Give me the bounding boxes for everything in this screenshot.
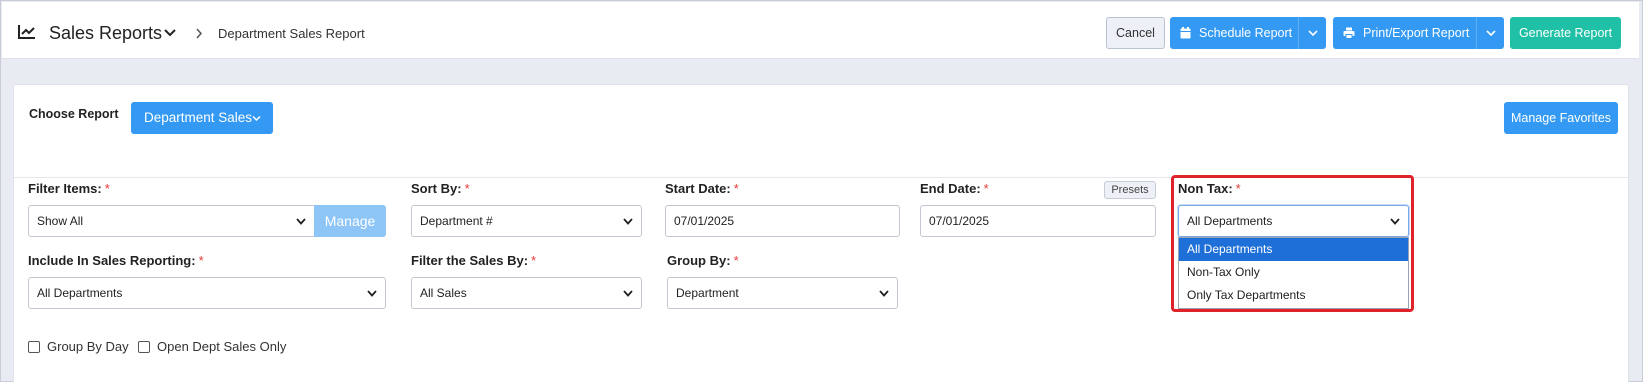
manage-favorites-button[interactable]: Manage Favorites <box>1504 102 1618 134</box>
chevron-down-icon[interactable] <box>164 28 176 37</box>
schedule-report-button[interactable]: Schedule Report <box>1170 17 1298 49</box>
filter-sales-by-value: All Sales <box>420 286 467 300</box>
manage-button[interactable]: Manage <box>314 205 386 237</box>
group-by-label-text: Group By: <box>667 253 731 268</box>
highlight-box <box>1171 175 1414 312</box>
chevron-down-icon <box>623 218 633 225</box>
report-select-label: Department Sales <box>144 110 253 125</box>
required-mark: * <box>531 253 537 268</box>
chevron-down-icon <box>879 290 889 297</box>
sort-by-label: Sort By: * <box>411 181 470 196</box>
filter-items-label-text: Filter Items: <box>28 181 102 196</box>
breadcrumb-current: Department Sales Report <box>218 26 365 41</box>
chevron-down-icon <box>1485 29 1496 36</box>
sort-by-value: Department # <box>420 214 493 228</box>
end-date-input[interactable]: 07/01/2025 <box>920 205 1156 237</box>
open-dept-sales-only-option[interactable]: Open Dept Sales Only <box>138 339 286 354</box>
required-mark: * <box>464 181 470 196</box>
schedule-dropdown-toggle[interactable] <box>1298 17 1326 49</box>
calendar-icon <box>1180 27 1191 39</box>
page-title[interactable]: Sales Reports <box>49 23 162 44</box>
include-in-sales-select[interactable]: All Departments <box>28 277 386 309</box>
include-in-sales-label-text: Include In Sales Reporting: <box>28 253 196 268</box>
chevron-down-icon <box>623 290 633 297</box>
line-chart-icon <box>18 25 35 39</box>
print-export-dropdown-toggle[interactable] <box>1476 17 1504 49</box>
group-by-select[interactable]: Department <box>667 277 898 309</box>
printer-icon <box>1343 27 1355 39</box>
include-in-sales-value: All Departments <box>37 286 123 300</box>
presets-button[interactable]: Presets <box>1104 181 1156 199</box>
include-in-sales-label: Include In Sales Reporting: * <box>28 253 204 268</box>
print-export-label: Print/Export Report <box>1363 26 1470 40</box>
schedule-report-split-button: Schedule Report <box>1170 17 1326 49</box>
required-mark: * <box>733 253 739 268</box>
filter-sales-by-label-text: Filter the Sales By: <box>411 253 529 268</box>
chevron-down-icon <box>367 290 377 297</box>
required-mark: * <box>733 181 739 196</box>
print-export-split-button: Print/Export Report <box>1333 17 1504 49</box>
required-mark: * <box>983 181 989 196</box>
required-mark: * <box>104 181 110 196</box>
chevron-down-icon <box>296 218 306 225</box>
open-dept-sales-only-checkbox[interactable] <box>138 340 150 353</box>
start-date-label-text: Start Date: <box>665 181 731 196</box>
end-date-label: End Date: * <box>920 181 989 196</box>
cancel-button[interactable]: Cancel <box>1106 17 1165 49</box>
filter-items-select[interactable]: Show All <box>28 205 315 237</box>
chevron-down-icon <box>1307 29 1318 36</box>
filter-sales-by-label: Filter the Sales By: * <box>411 253 536 268</box>
group-by-day-label: Group By Day <box>47 339 129 354</box>
start-date-label: Start Date: * <box>665 181 739 196</box>
filter-items-label: Filter Items: * <box>28 181 110 196</box>
generate-report-button[interactable]: Generate Report <box>1510 17 1621 49</box>
filter-items-value: Show All <box>37 214 84 228</box>
end-date-label-text: End Date: <box>920 181 981 196</box>
chevron-down-icon <box>252 115 261 122</box>
group-by-day-option[interactable]: Group By Day <box>28 339 129 354</box>
group-by-value: Department <box>676 286 739 300</box>
chevron-right-icon <box>196 28 203 39</box>
sort-by-label-text: Sort By: <box>411 181 462 196</box>
group-by-day-checkbox[interactable] <box>28 340 40 353</box>
open-dept-sales-only-label: Open Dept Sales Only <box>157 339 287 354</box>
choose-report-label: Choose Report <box>29 107 119 121</box>
filter-sales-by-select[interactable]: All Sales <box>411 277 642 309</box>
required-mark: * <box>198 253 204 268</box>
schedule-report-label: Schedule Report <box>1199 26 1293 40</box>
sort-by-select[interactable]: Department # <box>411 205 642 237</box>
group-by-label: Group By: * <box>667 253 739 268</box>
start-date-input[interactable]: 07/01/2025 <box>665 205 900 237</box>
report-select-button[interactable]: Department Sales <box>131 102 273 134</box>
print-export-button[interactable]: Print/Export Report <box>1333 17 1476 49</box>
